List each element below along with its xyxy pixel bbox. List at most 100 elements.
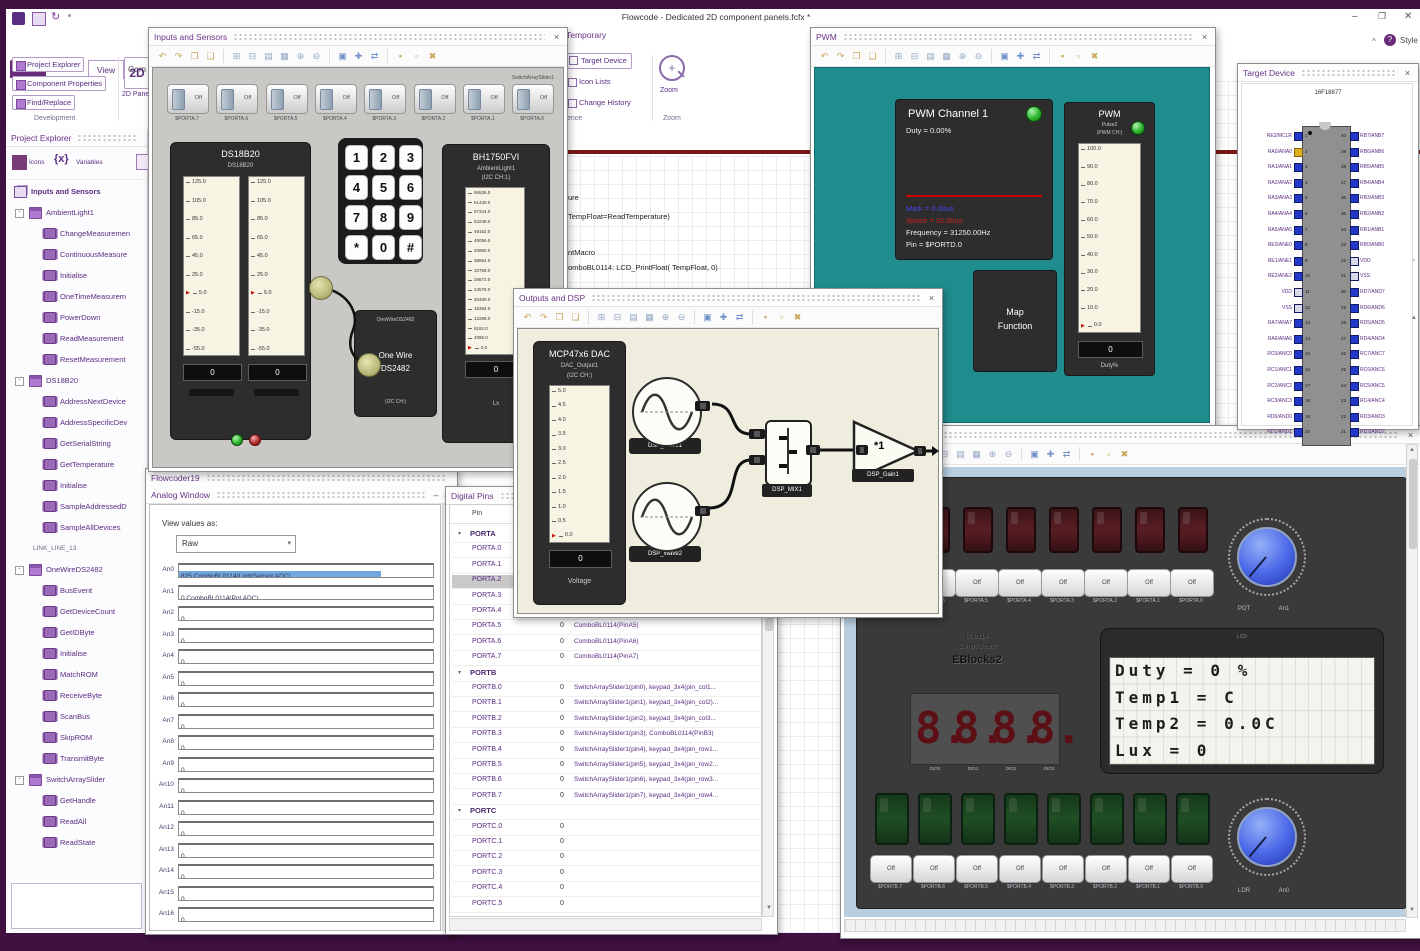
tree-item[interactable]: GetIDByte (6, 622, 147, 643)
analog-value-field[interactable]: 825 ComboBL0114(LightSensor ADC) (178, 563, 434, 578)
send-back-icon[interactable]: ⊟ (908, 50, 921, 63)
align-icon[interactable]: ▤ (924, 50, 937, 63)
ds18b20-component[interactable]: DS18B20 DS18B20 125.0 105.0 85.0 65.0 45.0 25.0… (170, 142, 311, 440)
horizontal-scrollbar[interactable] (449, 918, 762, 931)
chip-pin[interactable] (1294, 241, 1303, 251)
pot-knob[interactable] (1237, 527, 1297, 587)
analog-value-field[interactable]: 0 (178, 735, 434, 750)
pin-row-name[interactable]: PORTB.3 (472, 730, 502, 737)
pin-row-name[interactable]: PORTC.4 (472, 884, 502, 891)
tree-item[interactable]: - OneWireDS2482 (6, 559, 147, 580)
chip-pin[interactable] (1350, 272, 1359, 282)
vertical-scrollbar[interactable]: ▲ ▼ (1406, 444, 1418, 918)
keypad-key-2[interactable]: 2 (372, 145, 395, 170)
analog-value-field[interactable]: 0 (178, 670, 434, 686)
chip-pin[interactable] (1350, 256, 1359, 266)
pin-row-name[interactable]: PORTC.0 (472, 823, 502, 830)
pin-row-name[interactable]: PORTB.0 (472, 684, 502, 691)
switch-knob[interactable] (319, 89, 333, 110)
zoom-out-icon[interactable]: ⊖ (675, 311, 688, 324)
group-expander-icon[interactable]: ▾ (458, 669, 461, 676)
chip-pin[interactable] (1350, 147, 1359, 157)
scroll-up-icon[interactable]: ▲ (1407, 447, 1417, 453)
board-button[interactable]: Off (1127, 569, 1171, 597)
swap-icon[interactable]: ⇄ (1030, 50, 1043, 63)
tree-expander-icon[interactable]: - (15, 566, 24, 575)
tree-item[interactable]: - SwitchArraySlider (6, 769, 147, 790)
board-button[interactable]: Off (1041, 569, 1085, 597)
keypad-key-7[interactable]: 7 (345, 205, 368, 230)
chip-pin[interactable] (1350, 303, 1359, 313)
switch-knob[interactable] (270, 89, 284, 110)
tree-item[interactable]: ScanBus (6, 706, 147, 727)
help-icon[interactable]: ? (1384, 34, 1396, 46)
minimize-icon[interactable]: – (431, 490, 441, 500)
slide-switch[interactable]: Off (216, 84, 259, 114)
tree-item[interactable]: AddressSpecificDev (6, 412, 147, 433)
tree-item[interactable]: ReceiveByte (6, 685, 147, 706)
unlock-icon[interactable]: ▫ (1102, 448, 1115, 461)
keypad-key-star[interactable]: * (345, 235, 368, 260)
toggle-icon-lists[interactable]: Icon Lists (567, 76, 611, 88)
slide-switch[interactable]: Off (462, 84, 505, 114)
tree-item[interactable]: LINK_LINE_13 (6, 538, 147, 559)
align-icon[interactable]: ▤ (262, 50, 275, 63)
column-header[interactable]: Pin (472, 510, 482, 517)
fit-icon[interactable]: ▣ (998, 50, 1011, 63)
app-icon[interactable] (12, 12, 25, 25)
pin-row-name[interactable]: PORTB.1 (472, 699, 502, 706)
unlock-icon[interactable]: ▫ (1072, 50, 1085, 63)
chip-pin[interactable] (1294, 256, 1303, 266)
variables-label[interactable]: Variables (76, 159, 103, 166)
toggle-change-history[interactable]: Change History (567, 97, 631, 109)
chip-pin[interactable] (1294, 428, 1303, 438)
dsp-wave-generator[interactable] (632, 482, 702, 552)
chip-pin[interactable] (1294, 303, 1303, 313)
tree-item[interactable]: - AmbientLight1 (6, 202, 147, 223)
keypad-key-3[interactable]: 3 (399, 145, 422, 170)
port-group-row[interactable]: PORTB (470, 668, 496, 677)
icons-view-icon[interactable] (12, 155, 27, 170)
pin-row-name[interactable]: PORTA.0 (472, 545, 501, 552)
chip-pin[interactable] (1350, 163, 1359, 173)
chip-pin[interactable] (1294, 288, 1303, 297)
fit-icon[interactable]: ▣ (701, 311, 714, 324)
chip-pin[interactable] (1350, 350, 1359, 360)
grid-icon[interactable]: ▦ (643, 311, 656, 324)
scroll-down-icon[interactable]: ▼ (1407, 907, 1417, 913)
keypad-key-0[interactable]: 0 (372, 235, 395, 260)
keypad-key-hash[interactable]: # (399, 235, 422, 260)
tree-item[interactable]: TransmitByte (6, 748, 147, 769)
chip-pin[interactable] (1350, 210, 1359, 219)
chip-pin[interactable] (1294, 210, 1303, 219)
switch-knob[interactable] (369, 89, 383, 110)
analog-value-field[interactable]: 0 (178, 756, 434, 772)
board-button[interactable]: Off (956, 855, 998, 883)
dsp-mix-component[interactable] (765, 420, 812, 486)
zoom-out-icon[interactable]: ⊖ (310, 50, 323, 63)
grid-icon[interactable]: ▦ (970, 448, 983, 461)
tree-item[interactable]: GetSerialString (6, 433, 147, 454)
undo-icon[interactable]: ↶ (156, 50, 169, 63)
lock-icon[interactable]: ▪ (1056, 50, 1069, 63)
slider-scale[interactable]: 125.0 105.0 85.0 65.0 45.0 25.0 ▶ 5.0 -15.0 -35.0… (248, 176, 305, 356)
close-window-icon[interactable]: ✕ (1404, 11, 1412, 22)
add-icon[interactable]: ✚ (1044, 448, 1057, 461)
align-icon[interactable]: ▤ (627, 311, 640, 324)
zoom-in-icon[interactable]: ⊕ (294, 50, 307, 63)
switch-knob[interactable] (221, 89, 235, 110)
analog-value-field[interactable]: 0 (178, 842, 434, 858)
tree-expander-icon[interactable]: - (15, 776, 24, 785)
slide-switch[interactable]: Off (413, 84, 456, 114)
tree-item[interactable]: Initialise (6, 265, 147, 286)
switch-knob[interactable] (467, 89, 481, 110)
slider-scale[interactable]: 100.0 90.0 80.0 70.0 60.0 50.0 40.0 30.0 20.0 10.… (1078, 143, 1141, 333)
toggle-target-device[interactable]: Target Device (567, 53, 632, 69)
pin-row-name[interactable]: PORTA.1 (472, 561, 501, 568)
dsp-wave-generator[interactable] (632, 377, 702, 447)
pin-row-name[interactable]: PORTA.6 (472, 638, 501, 645)
pin-row-name[interactable]: PORTA.2 (472, 576, 501, 583)
pin-row-name[interactable]: PORTA.3 (472, 592, 501, 599)
tree-item[interactable]: ReadAll (6, 811, 147, 832)
tree-item[interactable]: GetTemperature (6, 454, 147, 475)
